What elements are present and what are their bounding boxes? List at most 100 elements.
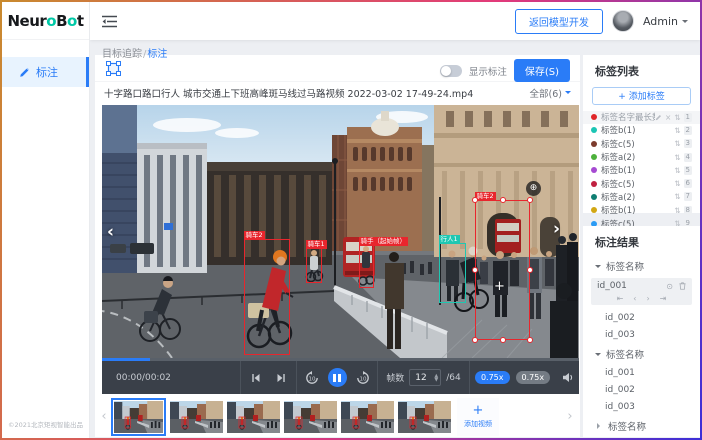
locate-icon[interactable]: ⊙ — [666, 282, 673, 291]
breadcrumb-parent[interactable]: 目标追踪 — [102, 49, 142, 60]
box-action-icon[interactable]: ⊕ — [526, 181, 541, 196]
close-icon[interactable]: × — [665, 113, 671, 122]
pause-button[interactable] — [328, 368, 347, 387]
video-canvas[interactable]: 骑车2 骑车1 骑手（起始帧） 行人1 骑车2 ⊕ ‹ › + — [102, 105, 579, 358]
resize-handle[interactable] — [472, 197, 478, 203]
sort-icon[interactable]: ⇅ — [674, 166, 680, 175]
plus-icon: + — [473, 404, 484, 417]
delete-icon[interactable] — [679, 282, 686, 290]
menu-fold-icon[interactable] — [102, 15, 117, 28]
label-name: 标签c(5) — [601, 178, 635, 190]
prev-frame-icon[interactable] — [251, 373, 261, 383]
next-frame-icon[interactable] — [276, 373, 286, 383]
add-label-button[interactable]: + 添加标签 — [592, 87, 691, 105]
page-first-icon[interactable]: ⇤ — [617, 294, 624, 303]
volume-icon[interactable] — [562, 372, 574, 383]
add-video-button[interactable]: + 添加视频 — [457, 398, 499, 436]
result-id: id_001 — [597, 281, 627, 291]
filter-dropdown[interactable]: 全部(6) — [530, 86, 571, 100]
resize-handle[interactable] — [527, 267, 533, 273]
resize-handle[interactable] — [500, 197, 506, 203]
frame-number-input[interactable]: 12 ▲▼ — [409, 369, 441, 386]
logo-text: Neur — [7, 12, 46, 30]
sidebar: NeuroBot 标注 ©2021北京矩视智能出品 — [2, 2, 90, 438]
bbox-cyclist2[interactable]: 骑车2 — [244, 239, 290, 355]
resize-handle[interactable] — [527, 337, 533, 343]
brand-logo: NeuroBot — [2, 2, 89, 40]
bbox-cyclist2-selected[interactable]: 骑车2 — [475, 200, 530, 340]
result-group-header[interactable]: 标签名称 — [583, 255, 700, 276]
toggle-knob — [441, 66, 451, 76]
sort-icon[interactable]: ⇅ — [674, 192, 680, 201]
bbox-tool-icon[interactable] — [105, 60, 122, 77]
shortcut-chip: 5 — [684, 166, 692, 175]
bbox-label: 骑手（起始帧） — [359, 237, 409, 246]
sort-icon[interactable]: ⇅ — [674, 139, 680, 148]
video-thumbnail[interactable] — [170, 401, 223, 433]
video-thumbnail-selected[interactable] — [111, 398, 166, 436]
label-row[interactable]: 标签b(1)⇅8 — [583, 204, 700, 217]
resize-handle[interactable] — [472, 267, 478, 273]
page-last-icon[interactable]: ⇥ — [660, 294, 667, 303]
bbox-cyclist1[interactable]: 骑车1 — [306, 248, 322, 283]
filmstrip: ‹ + 添加视频 › — [95, 396, 580, 437]
sort-icon[interactable]: ⇅ — [674, 113, 680, 122]
page-prev-icon[interactable]: ‹ — [633, 294, 636, 303]
user-menu[interactable]: Admin — [643, 15, 688, 28]
speed-pill-inactive[interactable]: 0.75x — [516, 371, 551, 384]
label-row[interactable]: 标签a(2)⇅4 — [583, 150, 700, 163]
video-thumbnail[interactable] — [341, 401, 394, 433]
result-item[interactable]: id_002 — [583, 309, 700, 326]
label-row[interactable]: 标签c(5)⇅6 — [583, 177, 700, 190]
label-row[interactable]: 标签b(1)⇅2 — [583, 124, 700, 137]
result-group-header-collapsed[interactable]: 标签名称 — [583, 415, 700, 436]
sort-icon[interactable]: ⇅ — [674, 179, 680, 188]
speed-pill-active[interactable]: 0.75x — [475, 371, 510, 384]
sort-icon[interactable]: ⇅ — [674, 126, 680, 135]
next-video-icon[interactable]: › — [553, 221, 560, 238]
label-color-dot — [591, 207, 597, 213]
save-button[interactable]: 保存(S) — [514, 59, 570, 82]
video-thumbnail[interactable] — [227, 401, 280, 433]
shortcut-chip: 7 — [684, 192, 692, 201]
result-group-header[interactable]: 标签名称 — [583, 343, 700, 364]
sidebar-item-label: 标注 — [36, 64, 58, 80]
video-thumbnail[interactable] — [398, 401, 451, 433]
forward-10-icon[interactable]: 10 — [356, 371, 370, 385]
bbox-pedestrian1[interactable]: 行人1 — [439, 243, 466, 303]
annotation-workspace: 显示标注 保存(S) 十字路口路口行人 城市交通上下班高峰斑马线过马路视频 20… — [95, 55, 580, 437]
label-color-dot — [591, 154, 597, 160]
resize-handle[interactable] — [472, 337, 478, 343]
sidebar-item-annotate[interactable]: 标注 — [2, 57, 89, 87]
show-annotation-toggle[interactable] — [440, 65, 462, 77]
username: Admin — [643, 15, 678, 28]
resize-handle[interactable] — [527, 197, 533, 203]
result-item-selected[interactable]: id_001 ⊙ — [597, 281, 686, 291]
result-item[interactable]: id_001 — [583, 364, 700, 381]
group-name: 标签名称 — [606, 259, 644, 273]
resize-handle[interactable] — [500, 337, 506, 343]
label-row[interactable]: 标签a(2)⇅7 — [583, 190, 700, 203]
result-item[interactable]: id_002 — [583, 381, 700, 398]
label-row[interactable]: 标签c(5)⇅3 — [583, 137, 700, 150]
shortcut-chip: 2 — [684, 126, 692, 135]
result-item[interactable]: id_003 — [583, 398, 700, 415]
spinner-down-icon[interactable]: ▼ — [434, 378, 438, 382]
rewind-10-icon[interactable]: 10 — [305, 371, 319, 385]
label-row[interactable]: 标签b(1)⇅5 — [583, 164, 700, 177]
filter-label: 全部(6) — [530, 86, 562, 100]
back-to-model-dev-button[interactable]: 返回模型开发 — [515, 9, 603, 34]
filmstrip-prev-icon[interactable]: ‹ — [97, 409, 111, 424]
avatar[interactable] — [612, 10, 634, 32]
edit-icon[interactable] — [655, 114, 662, 121]
prev-video-icon[interactable]: ‹ — [107, 224, 114, 241]
result-item[interactable]: id_003 — [583, 326, 700, 343]
video-thumbnail[interactable] — [284, 401, 337, 433]
page-next-icon[interactable]: › — [647, 294, 650, 303]
label-row[interactable]: 标签名字最长数...×⇅1 — [583, 111, 700, 124]
bbox-rider-startframe[interactable]: 骑手（起始帧） — [359, 245, 374, 288]
sort-icon[interactable]: ⇅ — [674, 206, 680, 215]
sort-icon[interactable]: ⇅ — [674, 153, 680, 162]
selected-id-block: id_001 ⊙ ⇤ ‹ › ⇥ — [591, 278, 692, 305]
filmstrip-next-icon[interactable]: › — [563, 409, 577, 424]
